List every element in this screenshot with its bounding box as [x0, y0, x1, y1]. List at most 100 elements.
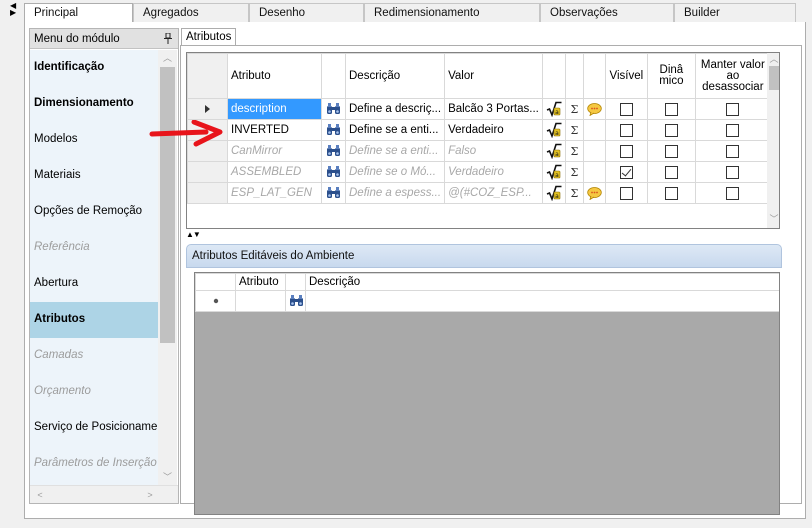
dynamic-checkbox[interactable]	[664, 144, 678, 158]
comment-cell[interactable]	[582, 161, 606, 183]
keep-value-checkbox[interactable]	[726, 186, 740, 200]
scroll-up-icon[interactable]: ︿	[158, 50, 177, 66]
value-cell[interactable]: Verdadeiro	[444, 161, 543, 183]
comment-bubble-icon[interactable]	[587, 102, 602, 116]
comment-cell[interactable]	[582, 182, 606, 204]
search-cell[interactable]	[321, 161, 346, 183]
sigma-icon[interactable]: Σ	[570, 145, 578, 158]
menu-item[interactable]: Serviço de Posicionamen	[30, 410, 158, 446]
sigma-icon[interactable]: Σ	[570, 187, 578, 200]
tab-principal[interactable]: Principal	[24, 3, 133, 23]
dynamic-checkbox-cell[interactable]	[646, 98, 696, 120]
env-search-cell[interactable]	[285, 290, 306, 312]
description-cell[interactable]: Define se a enti...	[344, 119, 446, 141]
env-description-cell[interactable]	[305, 290, 779, 312]
visible-checkbox-cell[interactable]	[604, 161, 648, 183]
attribute-name-cell[interactable]: description	[227, 98, 322, 120]
binoculars-icon[interactable]	[326, 186, 341, 199]
formula-sqrt-icon[interactable]: a	[546, 122, 562, 138]
binoculars-icon[interactable]	[326, 144, 341, 157]
attribute-row[interactable]: INVERTED Define se a enti... Verdadeiro a Σ	[187, 119, 771, 141]
visible-checkbox[interactable]	[619, 165, 633, 179]
binoculars-icon[interactable]	[326, 165, 341, 178]
attribute-name-cell[interactable]: CanMirror	[227, 140, 322, 162]
binoculars-icon[interactable]	[326, 102, 341, 115]
grid-vertical-scrollbar[interactable]: ︿ ﹀	[767, 53, 779, 228]
move-up-down-icon[interactable]: ▲▼	[186, 230, 201, 239]
formula-cell[interactable]: a	[541, 140, 566, 162]
binoculars-icon[interactable]	[289, 294, 304, 307]
value-cell[interactable]: Falso	[444, 140, 543, 162]
attribute-name-cell[interactable]: INVERTED	[227, 119, 322, 141]
scroll-down-icon[interactable]: ﹀	[158, 469, 177, 485]
description-cell[interactable]: Define se o Mó...	[344, 161, 446, 183]
keep-value-checkbox[interactable]	[726, 144, 740, 158]
search-cell[interactable]	[321, 119, 346, 141]
sigma-cell[interactable]: Σ	[564, 119, 584, 141]
value-cell[interactable]: Balcão 3 Portas...	[444, 98, 543, 120]
keep-value-checkbox[interactable]	[726, 102, 740, 116]
col-visivel[interactable]: Visível	[604, 53, 648, 99]
sigma-cell[interactable]: Σ	[564, 98, 584, 120]
keep-checkbox-cell[interactable]	[694, 161, 771, 183]
attribute-row[interactable]: CanMirror Define se a enti... Falso a Σ	[187, 140, 771, 162]
formula-sqrt-icon[interactable]: a	[546, 143, 562, 159]
formula-cell[interactable]: a	[541, 161, 566, 183]
visible-checkbox-cell[interactable]	[604, 98, 648, 120]
col-manter[interactable]: Manter valor ao desassociar	[694, 53, 771, 99]
attribute-name-cell[interactable]: ASSEMBLED	[227, 161, 322, 183]
tab-agregados[interactable]: Agregados	[133, 3, 249, 22]
attribute-name-cell[interactable]: ESP_LAT_GEN	[227, 182, 322, 204]
sigma-cell[interactable]: Σ	[564, 140, 584, 162]
comment-cell[interactable]	[582, 119, 606, 141]
comment-bubble-icon[interactable]	[587, 186, 602, 200]
tab-observacoes[interactable]: Observações	[540, 3, 674, 22]
keep-value-checkbox[interactable]	[726, 123, 740, 137]
col-descricao[interactable]: Descrição	[344, 53, 446, 99]
env-col-descricao[interactable]: Descrição	[305, 273, 779, 291]
comment-cell[interactable]	[582, 98, 606, 120]
binoculars-icon[interactable]	[326, 123, 341, 136]
env-col-atributo[interactable]: Atributo	[235, 273, 286, 291]
formula-sqrt-icon[interactable]: a	[546, 185, 562, 201]
menu-item[interactable]: Atributos	[30, 302, 158, 338]
grid-scroll-down-icon[interactable]: ﹀	[767, 213, 779, 226]
row-indicator[interactable]	[187, 161, 228, 183]
col-dinamico[interactable]: Dinâ mico	[646, 53, 696, 99]
dynamic-checkbox[interactable]	[664, 165, 678, 179]
grid-scroll-thumb[interactable]	[769, 66, 779, 90]
dynamic-checkbox-cell[interactable]	[646, 119, 696, 141]
search-cell[interactable]	[321, 182, 346, 204]
keep-checkbox-cell[interactable]	[694, 98, 771, 120]
col-atributo[interactable]: Atributo	[227, 53, 322, 99]
pin-icon[interactable]	[164, 33, 172, 44]
visible-checkbox[interactable]	[619, 144, 633, 158]
sigma-icon[interactable]: Σ	[570, 103, 578, 116]
formula-cell[interactable]: a	[541, 182, 566, 204]
formula-sqrt-icon[interactable]: a	[546, 101, 562, 117]
dynamic-checkbox-cell[interactable]	[646, 161, 696, 183]
visible-checkbox[interactable]	[619, 102, 633, 116]
value-cell[interactable]: Verdadeiro	[444, 119, 543, 141]
menu-item[interactable]: Dimensionamento	[30, 86, 158, 122]
sigma-icon[interactable]: Σ	[570, 166, 578, 179]
formula-cell[interactable]: a	[541, 98, 566, 120]
visible-checkbox-cell[interactable]	[604, 140, 648, 162]
dynamic-checkbox[interactable]	[664, 102, 678, 116]
grid-scroll-up-icon[interactable]: ︿	[767, 53, 779, 66]
value-cell[interactable]: @(#COZ_ESP...	[444, 182, 543, 204]
formula-sqrt-icon[interactable]: a	[546, 164, 562, 180]
collapse-arrows-icon[interactable]: ◀ ▶	[10, 2, 20, 17]
visible-checkbox-cell[interactable]	[604, 182, 648, 204]
scroll-thumb[interactable]	[160, 67, 175, 343]
menu-item[interactable]: Materiais	[30, 158, 158, 194]
row-indicator[interactable]	[187, 98, 228, 120]
attribute-row[interactable]: description Define a descriç... Balcão 3 P…	[187, 98, 771, 120]
visible-checkbox[interactable]	[619, 123, 633, 137]
row-indicator[interactable]	[187, 182, 228, 204]
keep-checkbox-cell[interactable]	[694, 119, 771, 141]
description-cell[interactable]: Define a espess...	[344, 182, 446, 204]
menu-item[interactable]: Modelos	[30, 122, 158, 158]
attribute-row[interactable]: ASSEMBLED Define se o Mó... Verdadeiro a Σ	[187, 161, 771, 183]
comment-cell[interactable]	[582, 140, 606, 162]
